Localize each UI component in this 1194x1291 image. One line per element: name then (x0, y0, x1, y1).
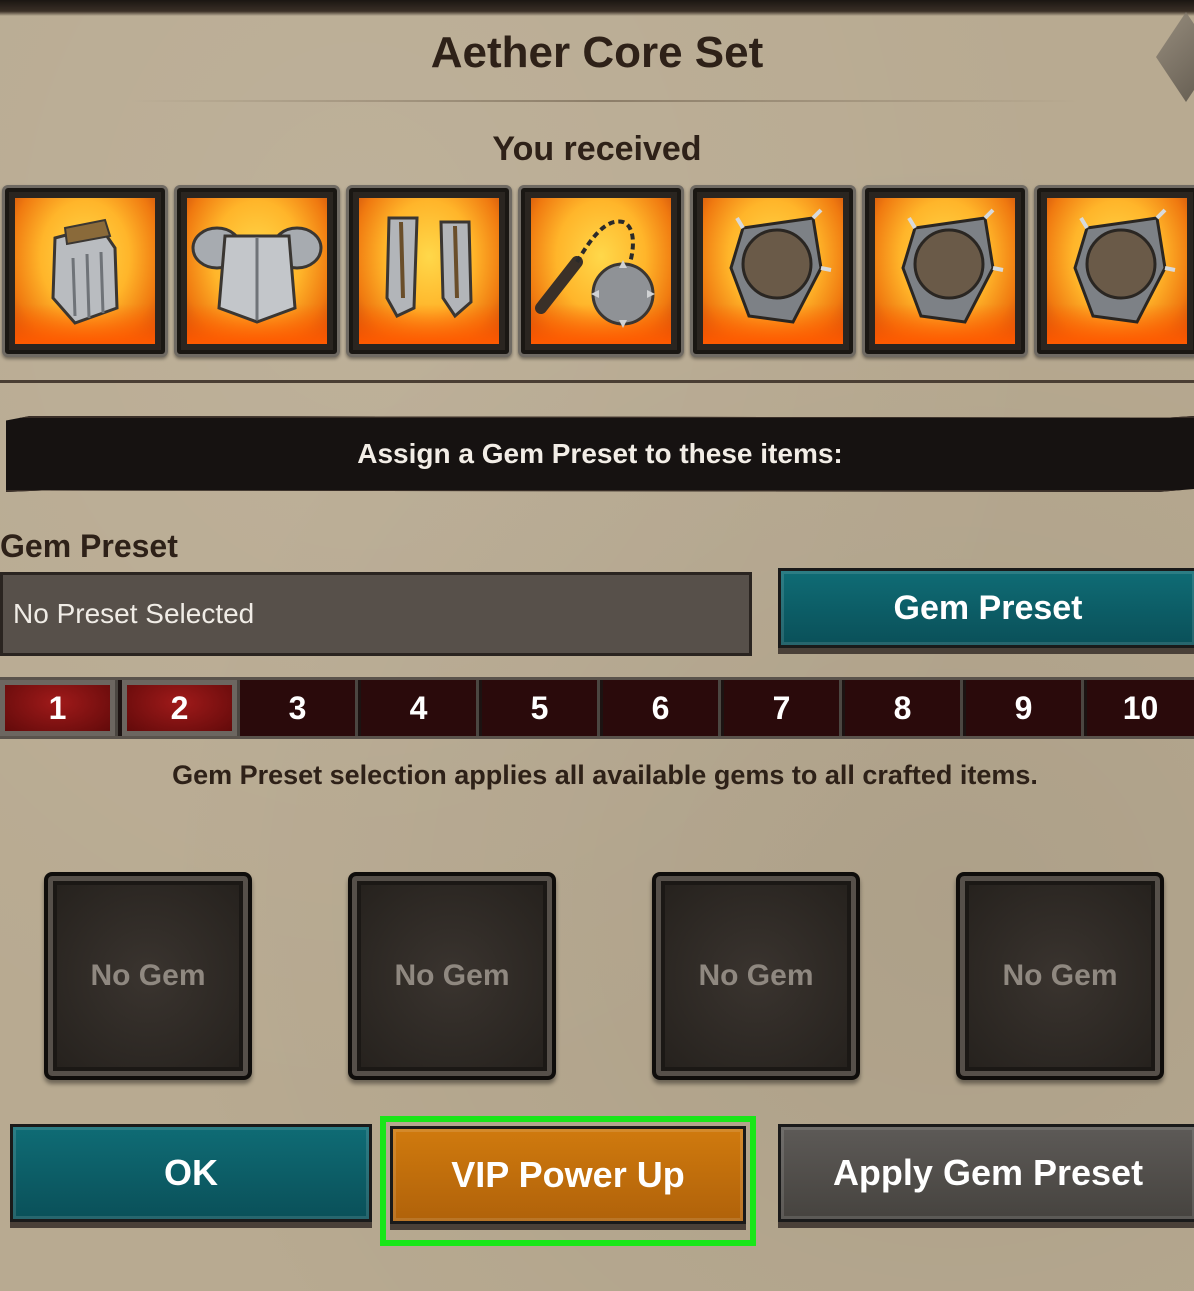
gem-preset-button[interactable]: Gem Preset (778, 568, 1194, 648)
dialog-title: Aether Core Set (430, 28, 764, 77)
preset-tab-1[interactable]: 1 (0, 680, 118, 736)
preset-tab-8[interactable]: 8 (845, 680, 963, 736)
shield-icon (1073, 208, 1176, 324)
received-items-row (0, 185, 1194, 357)
item-slot-1[interactable] (2, 185, 168, 357)
gauntlet-icon (51, 218, 119, 325)
assign-banner: Assign a Gem Preset to these items: (6, 416, 1194, 492)
item-slot-6[interactable] (862, 185, 1028, 357)
preset-tab-5[interactable]: 5 (482, 680, 600, 736)
gem-preset-label: Gem Preset (0, 528, 178, 564)
item-slot-5[interactable] (690, 185, 856, 357)
vip-power-up-button[interactable]: VIP Power Up (390, 1126, 746, 1224)
gem-slot-3[interactable]: No Gem (652, 872, 860, 1080)
apply-gem-preset-button[interactable]: Apply Gem Preset (778, 1124, 1194, 1222)
shield-icon (901, 208, 1004, 324)
shield-icon (729, 208, 832, 324)
gem-slot-4[interactable]: No Gem (956, 872, 1164, 1080)
item-slot-4[interactable] (518, 185, 684, 357)
item-slot-3[interactable] (346, 185, 512, 357)
gem-preset-field[interactable]: No Preset Selected (0, 572, 752, 656)
preset-tabs: 1 2 3 4 5 6 7 8 9 10 (0, 677, 1194, 739)
dialog-panel: Aether Core Set You received Assign a Ge… (0, 0, 1194, 1291)
preset-tab-2[interactable]: 2 (122, 680, 240, 736)
greaves-icon (385, 216, 473, 319)
item-slot-7[interactable] (1034, 185, 1194, 357)
chest-armor-icon (191, 226, 323, 324)
preset-tab-7[interactable]: 7 (724, 680, 842, 736)
section-divider (0, 380, 1194, 383)
preset-tab-9[interactable]: 9 (966, 680, 1084, 736)
item-slot-2[interactable] (174, 185, 340, 357)
ok-button[interactable]: OK (10, 1124, 372, 1222)
flail-icon (535, 219, 655, 328)
preset-note: Gem Preset selection applies all availab… (172, 760, 1038, 790)
title-divider (130, 100, 1080, 102)
preset-tab-10[interactable]: 10 (1087, 680, 1194, 736)
received-label: You received (492, 130, 702, 168)
gem-slot-2[interactable]: No Gem (348, 872, 556, 1080)
preset-tab-3[interactable]: 3 (240, 680, 358, 736)
preset-tab-4[interactable]: 4 (361, 680, 479, 736)
gem-slot-1[interactable]: No Gem (44, 872, 252, 1080)
panel-top-edge (0, 0, 1194, 16)
preset-tab-6[interactable]: 6 (603, 680, 721, 736)
